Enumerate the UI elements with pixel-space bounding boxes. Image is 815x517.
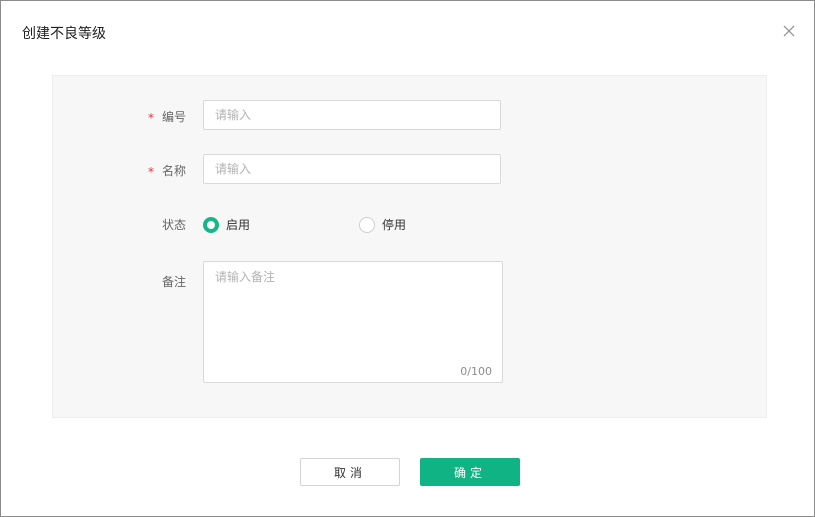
remark-char-counter: 0/100 — [460, 365, 492, 378]
create-defect-level-dialog: 创建不良等级 * 编号 * 名称 状态 启用 停用 备注 0/100 取消 确定 — [0, 0, 815, 517]
radio-unchecked-icon — [359, 216, 375, 233]
status-radio-disabled[interactable]: 停用 — [359, 216, 406, 233]
remark-textarea[interactable] — [204, 262, 502, 382]
status-radio-enabled[interactable]: 启用 — [203, 216, 250, 233]
radio-label-enabled: 启用 — [226, 218, 251, 232]
cancel-button[interactable]: 取消 — [300, 458, 400, 486]
dialog-title: 创建不良等级 — [22, 26, 106, 42]
radio-checked-icon — [203, 216, 219, 233]
name-label: 名称 — [162, 164, 187, 178]
status-label: 状态 — [162, 218, 187, 232]
remark-label: 备注 — [162, 275, 187, 289]
radio-label-disabled: 停用 — [382, 218, 407, 232]
close-icon[interactable] — [780, 22, 798, 40]
confirm-button[interactable]: 确定 — [420, 458, 520, 486]
required-mark-code: * — [148, 111, 154, 125]
name-input[interactable] — [203, 154, 501, 184]
remark-field: 0/100 — [203, 261, 503, 383]
code-label: 编号 — [162, 110, 187, 124]
required-mark-name: * — [148, 165, 154, 179]
code-input[interactable] — [203, 100, 501, 130]
